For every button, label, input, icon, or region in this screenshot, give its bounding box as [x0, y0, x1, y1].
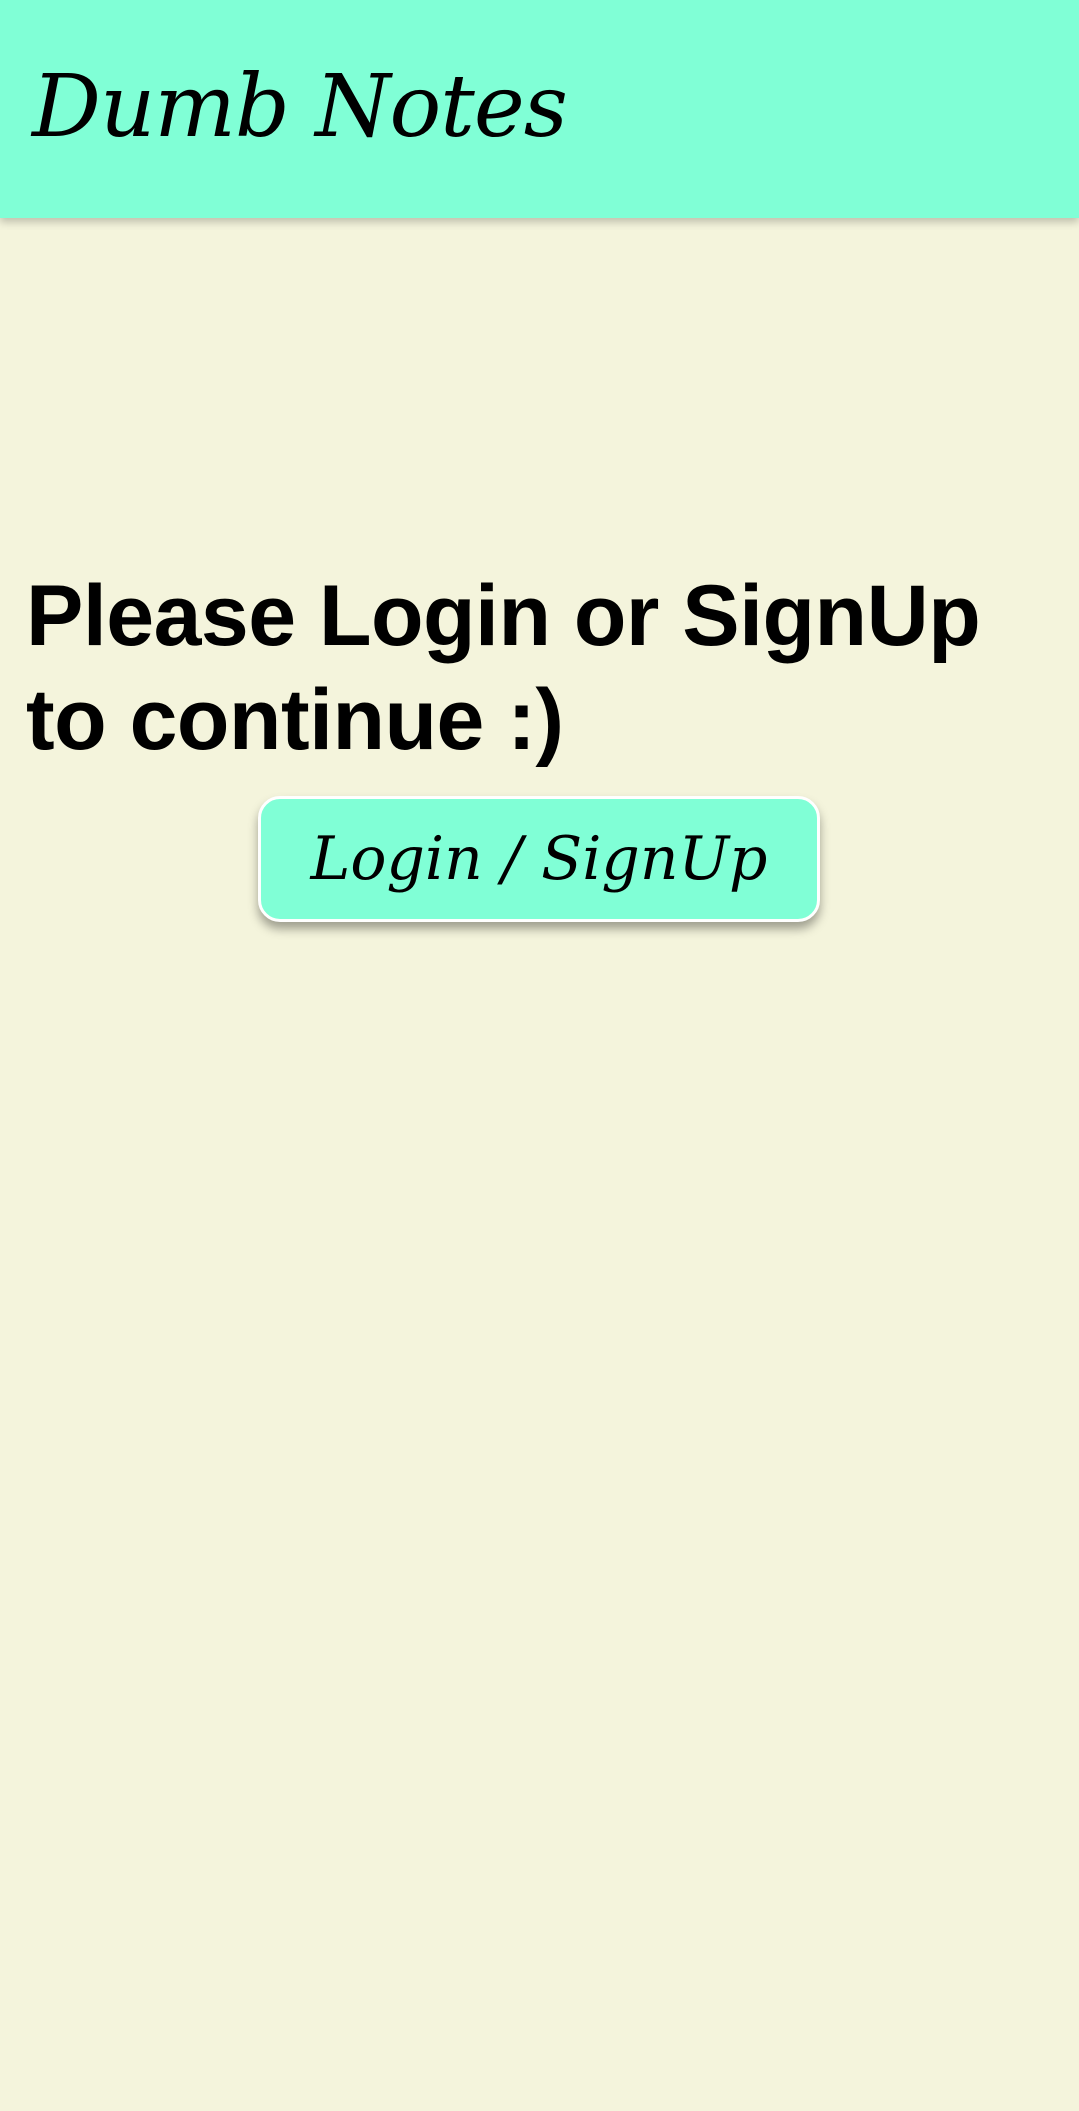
- login-prompt-text: Please Login or SignUp to continue :): [26, 568, 981, 768]
- app-bar: Dumb Notes: [0, 0, 1079, 218]
- login-signup-button[interactable]: Login / SignUp: [258, 796, 820, 922]
- login-signup-button-label: Login / SignUp: [310, 824, 768, 894]
- main-content: Please Login or SignUp to continue :) Lo…: [0, 218, 1079, 2111]
- app-title: Dumb Notes: [32, 57, 568, 157]
